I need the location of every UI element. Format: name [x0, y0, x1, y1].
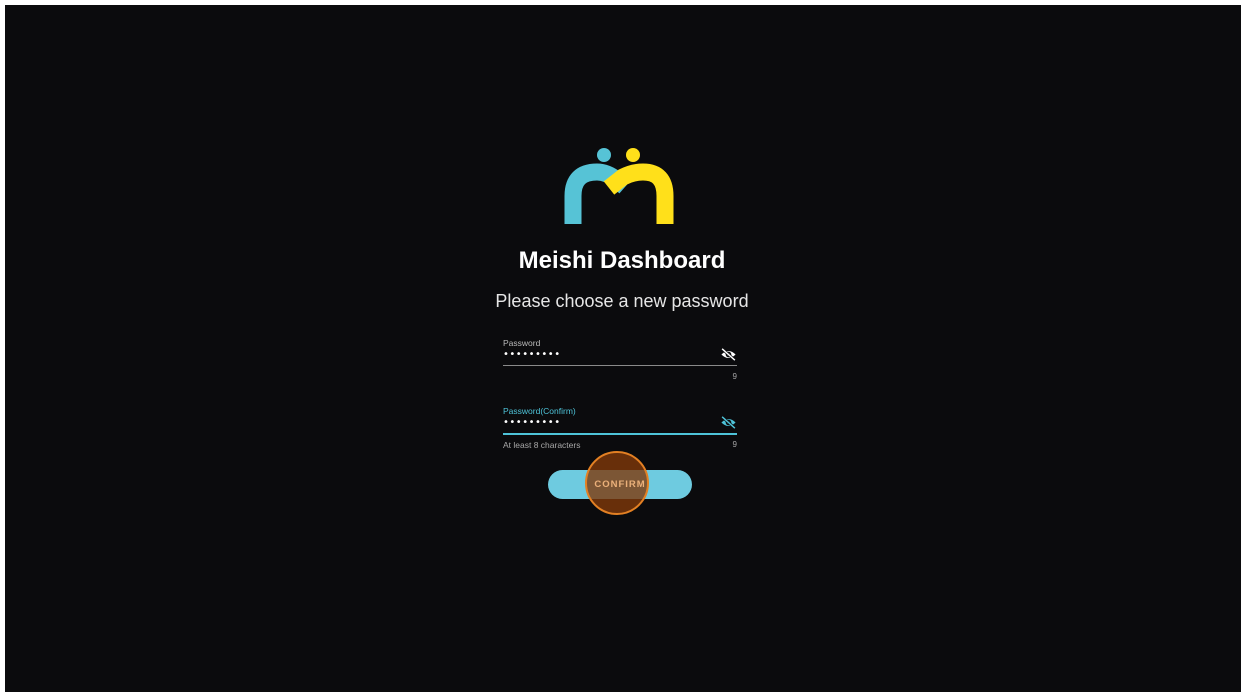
- confirm-button-label: CONFIRM: [594, 479, 646, 490]
- page-subtitle: Please choose a new password: [495, 291, 749, 311]
- password-confirm-char-counter: 9: [732, 440, 737, 449]
- meishi-logo: [564, 148, 674, 224]
- password-helper-text: At least 8 characters: [503, 440, 581, 450]
- password-char-counter: 9: [732, 372, 737, 381]
- page-title: Meishi Dashboard: [518, 247, 726, 274]
- password-input[interactable]: •••••••••: [503, 349, 561, 360]
- confirm-button[interactable]: CONFIRM: [548, 470, 692, 499]
- logo-right-arm: [603, 163, 674, 224]
- password-confirm-field[interactable]: Password(Confirm) ••••••••• At least 8 c…: [503, 406, 737, 452]
- eye-off-icon[interactable]: [720, 415, 737, 430]
- password-label: Password: [503, 338, 541, 348]
- password-underline: [503, 365, 737, 366]
- password-confirm-underline: [503, 433, 737, 435]
- password-field[interactable]: Password ••••••••• 9: [503, 338, 737, 384]
- eye-off-icon[interactable]: [720, 347, 737, 362]
- password-confirm-label: Password(Confirm): [503, 406, 576, 416]
- logo-left-head: [597, 148, 611, 162]
- password-confirm-input[interactable]: •••••••••: [503, 417, 561, 428]
- logo-right-head: [626, 148, 640, 162]
